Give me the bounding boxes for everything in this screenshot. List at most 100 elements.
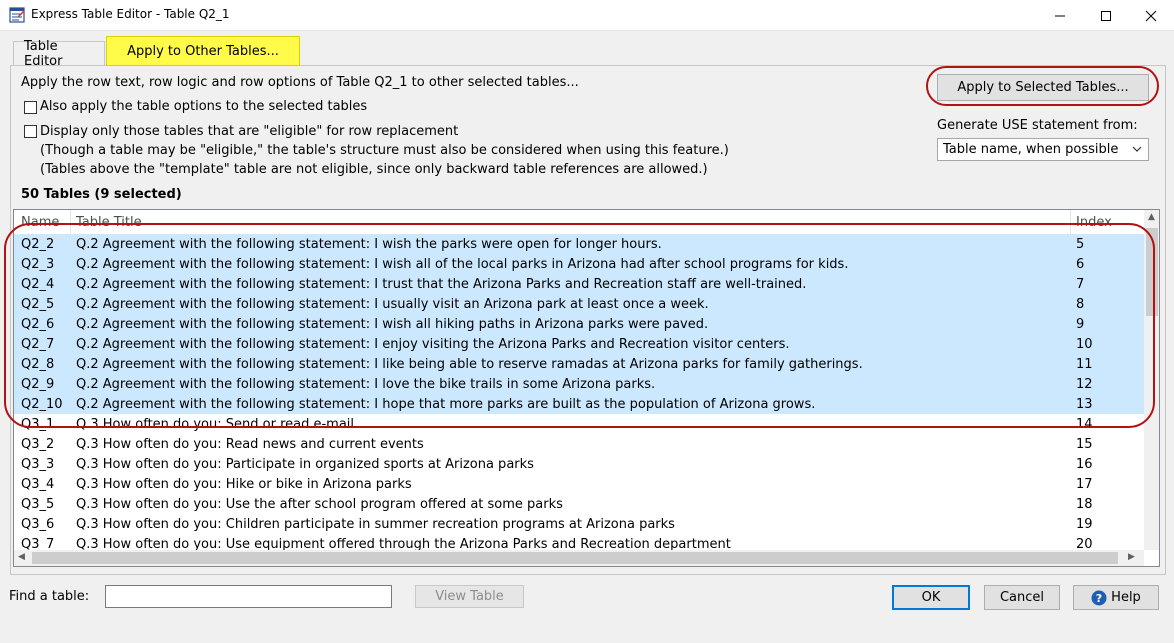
table-row[interactable]: Q2_4 Q.2 Agreement with the following sta…	[14, 274, 1144, 294]
cell-index: 13	[1076, 397, 1093, 412]
cell-title: Q.2 Agreement with the following stateme…	[76, 297, 709, 312]
intro-text: Apply the row text, row logic and row op…	[21, 75, 579, 90]
cell-index: 9	[1076, 317, 1085, 332]
column-header-name[interactable]: Name	[21, 215, 59, 230]
cell-index: 6	[1076, 257, 1085, 272]
apply-selected-tables-button[interactable]: Apply to Selected Tables...	[937, 74, 1149, 101]
table-row[interactable]: Q2_10 Q.2 Agreement with the following st…	[14, 394, 1144, 414]
table-row[interactable]: Q3_4 Q.3 How often do you: Hike or bike i…	[14, 474, 1144, 494]
cell-name: Q2_2	[21, 237, 55, 252]
cell-name: Q2_3	[21, 257, 55, 272]
help-icon: ?	[1091, 590, 1107, 605]
table-row[interactable]: Q2_3 Q.2 Agreement with the following sta…	[14, 254, 1144, 274]
find-table-label: Find a table:	[9, 589, 90, 604]
also-apply-label: Also apply the table options to the sele…	[40, 99, 368, 114]
vertical-scroll-thumb[interactable]	[1146, 228, 1158, 316]
cell-name: Q2_7	[21, 337, 55, 352]
cell-index: 19	[1076, 517, 1093, 532]
help-label: Help	[1111, 590, 1141, 605]
column-header-title[interactable]: Table Title	[76, 215, 142, 230]
cell-title: Q.3 How often do you: Use the after scho…	[76, 497, 563, 512]
title-bar: Express Table Editor - Table Q2_1	[0, 0, 1174, 31]
cell-name: Q3_3	[21, 457, 55, 472]
cell-name: Q3_4	[21, 477, 55, 492]
table-row[interactable]: Q3_1 Q.3 How often do you: Send or read e…	[14, 414, 1144, 434]
tables-list[interactable]: Name Table Title Index Q2_2 Q.2 Agreement…	[13, 209, 1160, 567]
cell-title: Q.2 Agreement with the following stateme…	[76, 317, 709, 332]
cell-index: 16	[1076, 457, 1093, 472]
svg-text:?: ?	[1096, 592, 1102, 605]
cell-index: 12	[1076, 377, 1093, 392]
scroll-up-icon[interactable]: ▲	[1148, 212, 1155, 222]
generate-use-value: Table name, when possible	[943, 142, 1119, 157]
cell-title: Q.3 How often do you: Participate in org…	[76, 457, 534, 472]
cell-name: Q2_4	[21, 277, 55, 292]
cell-name: Q2_5	[21, 297, 55, 312]
minimize-icon	[1055, 15, 1065, 16]
table-row[interactable]: Q2_7 Q.2 Agreement with the following sta…	[14, 334, 1144, 354]
generate-use-label: Generate USE statement from:	[937, 118, 1138, 133]
minimize-button[interactable]	[1037, 0, 1083, 31]
eligible-label: Display only those tables that are "elig…	[40, 124, 459, 139]
list-header: Name Table Title Index	[14, 210, 1144, 234]
chevron-down-icon	[1132, 146, 1142, 152]
app-icon	[9, 7, 25, 23]
cell-title: Q.3 How often do you: Hike or bike in Ar…	[76, 477, 412, 492]
eligible-note-2: (Tables above the "template" table are n…	[40, 162, 708, 177]
cell-title: Q.2 Agreement with the following stateme…	[76, 277, 807, 292]
view-table-button[interactable]: View Table	[415, 585, 524, 608]
cell-title: Q.3 How often do you: Send or read e-mai…	[76, 417, 355, 432]
maximize-icon	[1101, 10, 1111, 21]
cell-index: 15	[1076, 437, 1093, 452]
help-button[interactable]: ? Help	[1073, 585, 1159, 610]
cell-title: Q.2 Agreement with the following stateme…	[76, 397, 816, 412]
table-row[interactable]: Q2_5 Q.2 Agreement with the following sta…	[14, 294, 1144, 314]
table-row[interactable]: Q2_2 Q.2 Agreement with the following sta…	[14, 234, 1144, 254]
maximize-button[interactable]	[1083, 0, 1129, 31]
ok-button[interactable]: OK	[892, 585, 970, 610]
table-row[interactable]: Q3_6 Q.3 How often do you: Children parti…	[14, 514, 1144, 534]
cell-index: 7	[1076, 277, 1085, 292]
cell-name: Q3_5	[21, 497, 55, 512]
view-table-label: View Table	[435, 589, 504, 604]
also-apply-checkbox[interactable]	[24, 101, 37, 114]
cell-name: Q2_9	[21, 377, 55, 392]
horizontal-scrollbar[interactable]: ◀ ▶	[14, 550, 1144, 566]
eligible-checkbox[interactable]	[24, 125, 37, 138]
tab-apply-to-other-tables[interactable]: Apply to Other Tables...	[106, 36, 300, 66]
generate-use-select[interactable]: Table name, when possible	[937, 138, 1149, 161]
cell-index: 5	[1076, 237, 1085, 252]
close-icon	[1145, 10, 1157, 21]
scroll-left-icon[interactable]: ◀	[18, 552, 25, 562]
table-row[interactable]: Q3_3 Q.3 How often do you: Participate in…	[14, 454, 1144, 474]
table-row[interactable]: Q2_6 Q.2 Agreement with the following sta…	[14, 314, 1144, 334]
find-table-input[interactable]	[105, 585, 392, 608]
scroll-right-icon[interactable]: ▶	[1128, 552, 1135, 562]
cell-index: 14	[1076, 417, 1093, 432]
column-separator[interactable]	[70, 210, 71, 234]
table-row[interactable]: Q2_8 Q.2 Agreement with the following sta…	[14, 354, 1144, 374]
cell-name: Q3_1	[21, 417, 55, 432]
window-title: Express Table Editor - Table Q2_1	[31, 7, 230, 21]
apply-selected-tables-label: Apply to Selected Tables...	[957, 80, 1129, 95]
tab-table-editor[interactable]: Table Editor	[13, 39, 105, 69]
cell-title: Q.2 Agreement with the following stateme…	[76, 257, 849, 272]
table-row[interactable]: Q2_9 Q.2 Agreement with the following sta…	[14, 374, 1144, 394]
cell-title: Q.2 Agreement with the following stateme…	[76, 377, 656, 392]
table-row[interactable]: Q3_2 Q.3 How often do you: Read news and …	[14, 434, 1144, 454]
cell-title: Q.2 Agreement with the following stateme…	[76, 357, 863, 372]
cell-name: Q2_8	[21, 357, 55, 372]
table-count: 50 Tables (9 selected)	[21, 187, 182, 202]
cell-name: Q3_6	[21, 517, 55, 532]
horizontal-scroll-thumb[interactable]	[32, 552, 1118, 564]
column-header-index[interactable]: Index	[1076, 215, 1112, 230]
ok-label: OK	[921, 590, 941, 605]
cell-title: Q.3 How often do you: Children participa…	[76, 517, 675, 532]
cancel-label: Cancel	[999, 590, 1045, 605]
column-separator[interactable]	[1070, 210, 1071, 234]
table-row[interactable]: Q3_5 Q.3 How often do you: Use the after …	[14, 494, 1144, 514]
vertical-scrollbar[interactable]: ▲	[1144, 210, 1159, 550]
close-button[interactable]	[1128, 0, 1174, 31]
cell-name: Q2_6	[21, 317, 55, 332]
cancel-button[interactable]: Cancel	[984, 585, 1060, 610]
